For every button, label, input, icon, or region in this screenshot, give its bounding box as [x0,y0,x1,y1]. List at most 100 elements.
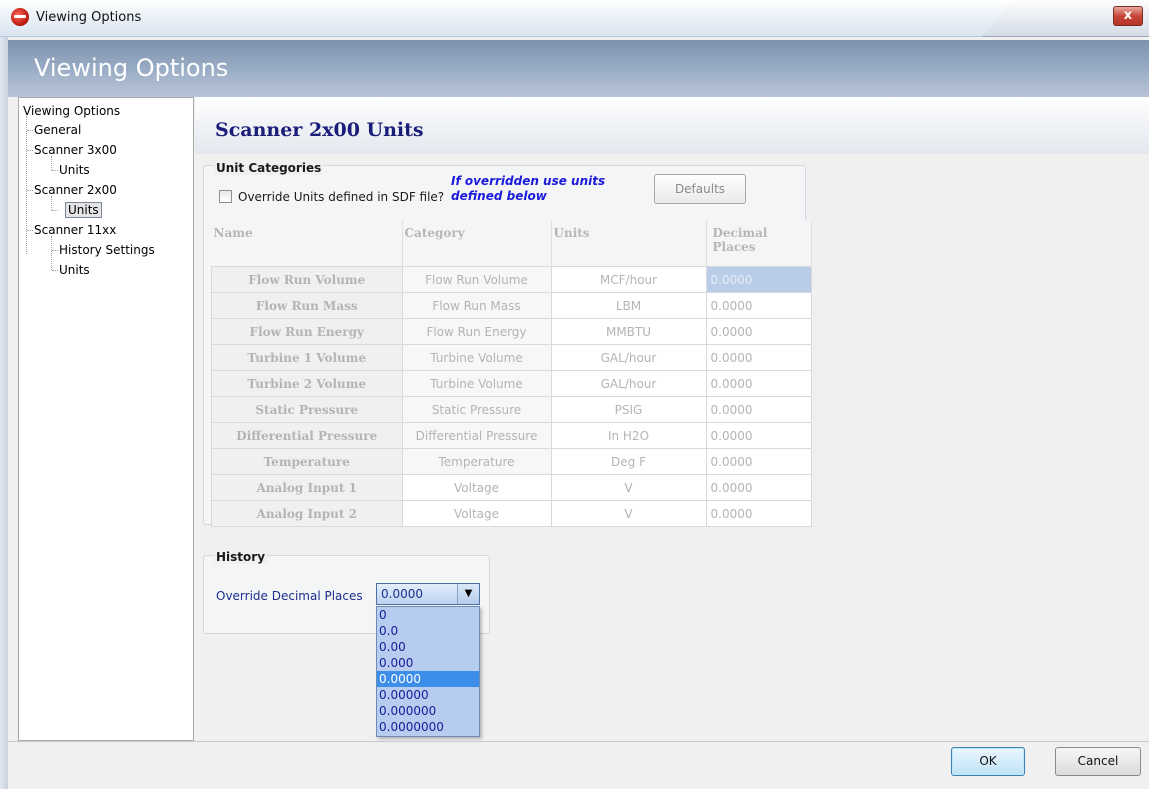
cell-decimal-places[interactable]: 0.0000 [705,266,812,293]
cell-category[interactable]: Flow Run Energy [401,318,552,345]
cell-name: Static Pressure [211,396,403,423]
column-header-category: Category [402,220,552,267]
table-row[interactable]: Analog Input 2 Voltage V 0.0000 [211,500,812,527]
cancel-button[interactable]: Cancel [1055,747,1141,776]
cell-category[interactable]: Voltage [401,474,552,501]
override-note: If overridden use units defined below [451,174,606,203]
window-title: Viewing Options [36,10,142,25]
cell-units[interactable]: MMBTU [550,318,707,345]
cell-decimal-places[interactable]: 0.0000 [705,448,812,475]
decimal-places-dropdown-list[interactable]: 0 0.0 0.00 0.000 0.0000 0.00000 0.000000 0.0000… [376,606,480,737]
dropdown-option[interactable]: 0 [377,607,479,623]
tree-line [51,236,52,270]
cell-category[interactable]: Flow Run Mass [401,292,552,319]
table-row[interactable]: Flow Run Mass Flow Run Mass LBM 0.0000 [211,292,812,319]
table-row[interactable]: Turbine 2 Volume Turbine Volume GAL/hour 0.… [211,370,812,397]
decimal-places-select[interactable]: 0.0000 ▼ [376,583,480,605]
override-decimal-places-label: Override Decimal Places [216,589,363,603]
cell-name: Flow Run Mass [211,292,403,319]
options-tree[interactable]: Viewing Options General Scanner 3x00 Uni… [18,97,194,741]
tree-item-scanner-3x00[interactable]: Scanner 3x00 [34,142,117,158]
cell-units[interactable]: V [550,500,707,527]
dropdown-option[interactable]: 0.0 [377,623,479,639]
cell-name: Turbine 2 Volume [211,370,403,397]
defaults-button[interactable]: Defaults [654,174,746,204]
cell-decimal-places[interactable]: 0.0000 [705,370,812,397]
cell-units[interactable]: Deg F [550,448,707,475]
tree-line [27,130,33,131]
cell-name: Differential Pressure [211,422,403,449]
chevron-down-icon[interactable]: ▼ [457,584,479,604]
header-band: Viewing Options [8,40,1149,97]
cell-decimal-places[interactable]: 0.0000 [705,500,812,527]
ok-button[interactable]: OK [951,747,1025,776]
header-title: Viewing Options [34,54,229,82]
cell-category[interactable]: Voltage [401,500,552,527]
tree-item-general[interactable]: General [34,122,81,138]
cell-decimal-places[interactable]: 0.0000 [705,344,812,371]
cell-name: Temperature [211,448,403,475]
cell-name: Flow Run Volume [211,266,403,293]
cell-units[interactable]: GAL/hour [550,344,707,371]
page-title: Scanner 2x00 Units [215,119,424,141]
tree-line [27,190,33,191]
cell-category[interactable]: Turbine Volume [401,370,552,397]
cell-decimal-places[interactable]: 0.0000 [705,422,812,449]
dropdown-option[interactable]: 0.00 [377,639,479,655]
cell-category[interactable]: Turbine Volume [401,344,552,371]
bottom-divider [8,741,1149,742]
dropdown-option[interactable]: 0.000000 [377,703,479,719]
cell-decimal-places[interactable]: 0.0000 [705,292,812,319]
tree-item-scanner-3x00-units[interactable]: Units [59,162,90,178]
override-units-label[interactable]: Override Units defined in SDF file? [238,190,444,204]
tree-line [52,210,58,211]
override-units-checkbox[interactable] [219,190,232,203]
tree-item-root[interactable]: Viewing Options [23,103,120,119]
table-row[interactable]: Analog Input 1 Voltage V 0.0000 [211,474,812,501]
app-logo-icon [11,8,29,26]
unit-categories-legend: Unit Categories [214,161,324,175]
cell-units[interactable]: LBM [550,292,707,319]
window-frame [0,37,8,789]
table-row[interactable]: Differential Pressure Differential Pressu… [211,422,812,449]
tree-item-history-settings[interactable]: History Settings [59,242,155,258]
tree-item-scanner-11xx[interactable]: Scanner 11xx [34,222,116,238]
tree-item-scanner-2x00[interactable]: Scanner 2x00 [34,182,117,198]
tree-line [27,150,33,151]
tree-line [26,116,27,254]
cell-units[interactable]: GAL/hour [550,370,707,397]
table-row[interactable]: Temperature Temperature Deg F 0.0000 [211,448,812,475]
cell-name: Analog Input 2 [211,500,403,527]
cell-units[interactable]: PSIG [550,396,707,423]
cell-decimal-places[interactable]: 0.0000 [705,318,812,345]
tree-line [52,250,58,251]
dropdown-option[interactable]: 0.000 [377,655,479,671]
table-row[interactable]: Turbine 1 Volume Turbine Volume GAL/hour 0.… [211,344,812,371]
cell-category[interactable]: Differential Pressure [401,422,552,449]
cell-category[interactable]: Temperature [401,448,552,475]
decimal-places-select-value: 0.0000 [381,587,423,601]
cell-category[interactable]: Flow Run Volume [401,266,552,293]
dropdown-option[interactable]: 0.00000 [377,687,479,703]
history-legend: History [214,550,268,564]
cell-units[interactable]: V [550,474,707,501]
cell-units[interactable]: MCF/hour [550,266,707,293]
tree-item-scanner-2x00-units[interactable]: Units [65,202,102,218]
table-row[interactable]: Flow Run Energy Flow Run Energy MMBTU 0.000… [211,318,812,345]
dropdown-option[interactable]: 0.0000 [377,671,479,687]
cell-units[interactable]: In H2O [550,422,707,449]
dropdown-option[interactable]: 0.0000000 [377,719,479,735]
tree-item-scanner-11xx-units[interactable]: Units [59,262,90,278]
cell-name: Flow Run Energy [211,318,403,345]
cell-category[interactable]: Static Pressure [401,396,552,423]
column-header-units: Units [551,220,707,267]
table-row[interactable]: Flow Run Volume Flow Run Volume MCF/hour 0.… [211,266,812,293]
table-row[interactable]: Static Pressure Static Pressure PSIG 0.0000 [211,396,812,423]
tree-line [51,196,52,210]
column-header-decimal-places: Decimal Places [706,220,812,267]
cell-decimal-places[interactable]: 0.0000 [705,396,812,423]
tree-line [52,270,58,271]
title-bar [0,0,1149,37]
cell-decimal-places[interactable]: 0.0000 [705,474,812,501]
close-button[interactable]: x [1113,6,1143,26]
